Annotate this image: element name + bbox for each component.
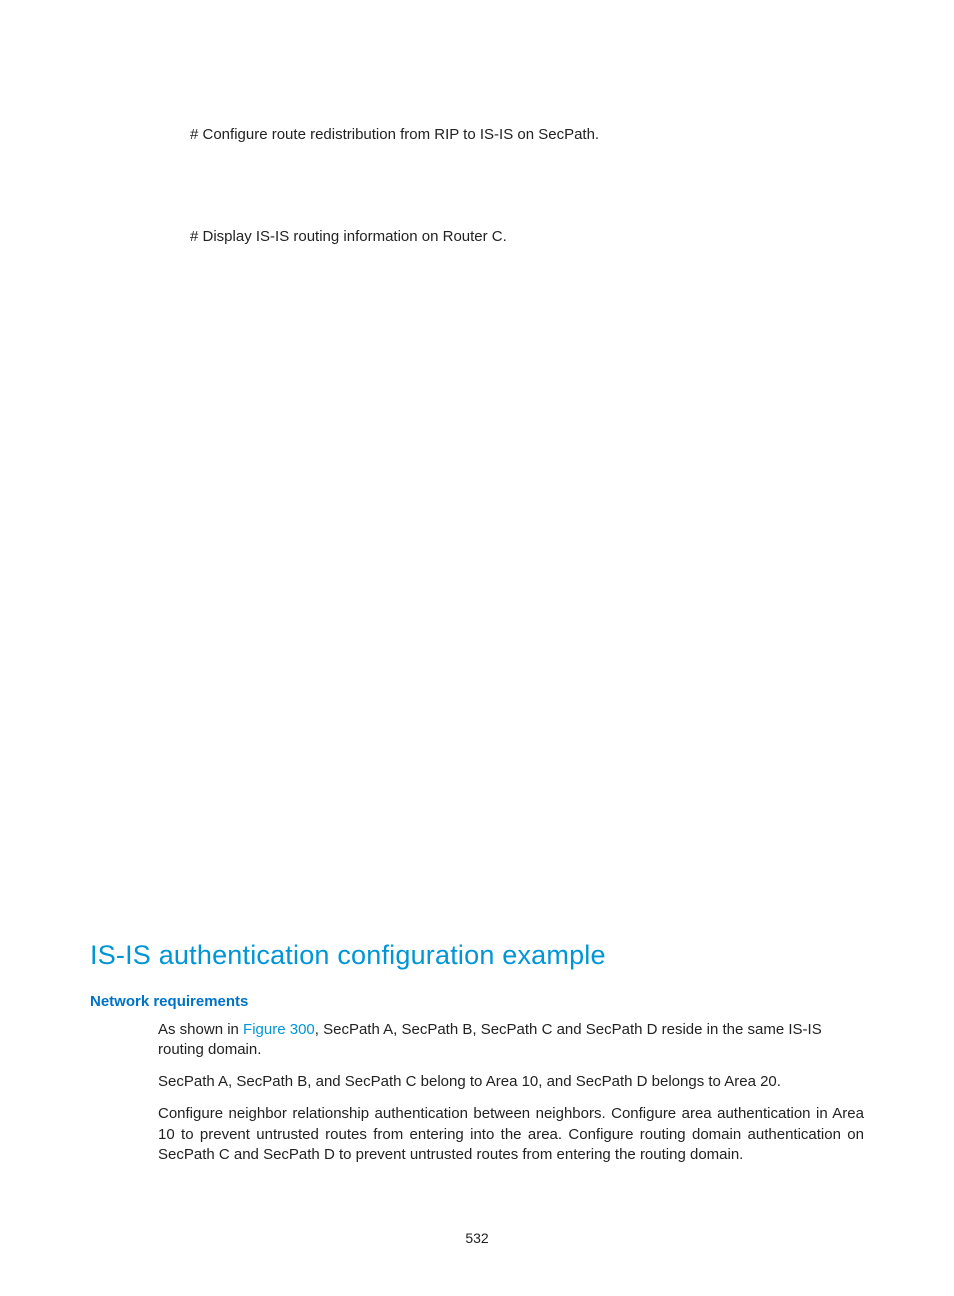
paragraph-configure-redistribution: # Configure route redistribution from RI… (190, 125, 864, 145)
paragraph-as-shown: As shown in Figure 300, SecPath A, SecPa… (158, 1020, 864, 1061)
link-figure-300[interactable]: Figure 300 (243, 1021, 315, 1038)
paragraph-configure: Configure neighbor relationship authenti… (158, 1104, 864, 1165)
spacer (90, 260, 864, 940)
paragraph-display-routing: # Display IS-IS routing information on R… (190, 227, 864, 247)
page-number: 532 (0, 1230, 954, 1246)
paragraph-area: SecPath A, SecPath B, and SecPath C belo… (158, 1072, 864, 1092)
document-page: # Configure route redistribution from RI… (0, 0, 954, 1296)
heading-isis-auth-example: IS-IS authentication configuration examp… (90, 940, 864, 971)
heading-network-requirements: Network requirements (90, 993, 864, 1010)
spacer (90, 157, 864, 227)
text-fragment: As shown in (158, 1021, 243, 1038)
